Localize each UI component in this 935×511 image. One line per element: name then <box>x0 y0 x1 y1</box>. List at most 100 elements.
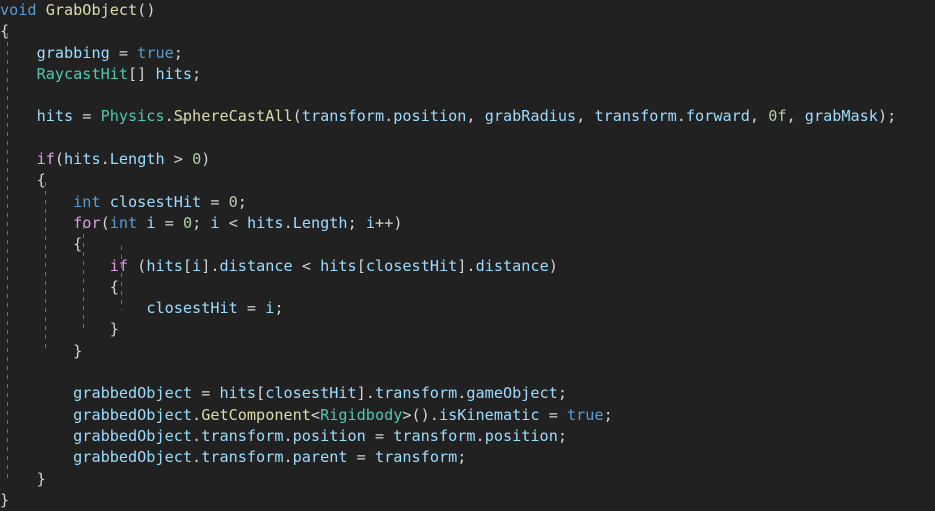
code-token: void <box>0 1 37 19</box>
code-token: ; <box>274 299 284 318</box>
code-token: . <box>100 150 110 169</box>
code-token: SphereCastAll <box>173 107 293 126</box>
code-token: , <box>576 107 595 126</box>
code-line[interactable] <box>0 362 935 383</box>
code-token: hits <box>320 256 357 275</box>
code-line[interactable]: grabbing = true; <box>0 43 935 64</box>
code-editor[interactable]: void GrabObject(){ grabbing = true; Rayc… <box>0 0 935 509</box>
code-line[interactable]: hits = Physics.SphereCastAll(transform.p… <box>0 106 935 127</box>
code-line[interactable]: { <box>0 170 935 191</box>
code-token: . <box>192 448 202 467</box>
code-line[interactable]: } <box>0 319 935 340</box>
code-token: . <box>192 405 202 424</box>
code-token: ; <box>457 448 467 467</box>
code-line[interactable]: grabbedObject.transform.position = trans… <box>0 426 935 447</box>
code-token: } <box>109 320 119 339</box>
code-token: = <box>365 426 394 445</box>
code-token: for <box>73 213 101 232</box>
code-token: distance <box>475 256 549 275</box>
code-token: ; <box>192 64 202 83</box>
code-token: < <box>292 256 321 275</box>
code-token: = <box>73 107 101 126</box>
code-line[interactable]: } <box>0 490 935 511</box>
code-token: [ <box>256 384 266 403</box>
code-token: 0 <box>228 192 238 211</box>
code-text-layer[interactable]: void GrabObject(){ grabbing = true; Rayc… <box>0 0 935 509</box>
code-line[interactable]: grabbedObject.transform.parent = transfo… <box>0 447 935 468</box>
code-token: isKinematic <box>438 405 540 424</box>
code-token: hits <box>64 150 101 169</box>
code-token: int <box>73 192 101 211</box>
code-token: transform <box>374 384 458 403</box>
code-token: ; <box>237 192 247 211</box>
code-token: true <box>137 43 174 62</box>
code-token: } <box>0 490 10 509</box>
code-token: , <box>466 107 485 126</box>
code-token: ( <box>100 213 110 232</box>
code-token: . <box>384 107 394 126</box>
code-line[interactable]: RaycastHit[] hits; <box>0 64 935 85</box>
code-line[interactable]: closestHit = i; <box>0 298 935 319</box>
code-token: parent <box>292 448 348 467</box>
code-token: closestHit <box>265 384 357 403</box>
code-token: hits <box>36 107 74 126</box>
code-token: 0f <box>768 107 787 126</box>
code-token: ); <box>877 107 897 126</box>
code-token: } <box>73 341 83 360</box>
code-line[interactable]: if (hits[i].distance < hits[closestHit].… <box>0 256 935 277</box>
code-token: = <box>237 299 266 318</box>
code-token: < <box>310 405 321 424</box>
code-line[interactable]: } <box>0 341 935 362</box>
code-token: grabbedObject <box>73 405 193 424</box>
code-line[interactable]: int closestHit = 0; <box>0 192 935 213</box>
code-token: ; <box>603 405 613 424</box>
code-line[interactable] <box>0 85 935 106</box>
code-token: . <box>283 426 293 445</box>
code-line[interactable]: if(hits.Length > 0) <box>0 149 935 170</box>
code-token: = <box>539 405 567 424</box>
code-line[interactable]: { <box>0 277 935 298</box>
code-token: if <box>109 256 129 275</box>
code-token: , <box>786 107 805 126</box>
code-token: ; <box>347 213 366 232</box>
code-token: grabbing <box>36 43 110 62</box>
code-token: [ <box>182 256 193 275</box>
code-line[interactable]: void GrabObject() <box>0 0 935 21</box>
code-token: i <box>146 213 156 232</box>
code-line[interactable]: } <box>0 469 935 490</box>
code-line[interactable]: for(int i = 0; i < hits.Length; i++) <box>0 213 935 234</box>
code-line[interactable]: { <box>0 21 935 42</box>
code-token: { <box>73 235 83 254</box>
code-token: forward <box>685 107 750 126</box>
code-token: closestHit <box>146 299 238 318</box>
code-token: = <box>155 213 183 232</box>
code-line[interactable] <box>0 128 935 149</box>
code-token: hits <box>146 256 183 275</box>
code-token: Physics <box>100 107 165 126</box>
code-token: . <box>283 213 293 232</box>
code-token: ( <box>54 150 65 169</box>
code-token: Rigidbody <box>320 405 403 424</box>
code-line[interactable]: grabbedObject = hits[closestHit].transfo… <box>0 383 935 404</box>
code-token: position <box>292 426 366 445</box>
code-token: i <box>265 299 275 318</box>
code-line[interactable]: { <box>0 234 935 255</box>
code-token: > <box>164 150 193 169</box>
code-token: GetComponent <box>201 405 311 424</box>
code-token: int <box>109 213 138 232</box>
code-token: [ <box>356 256 366 275</box>
code-token: position <box>393 107 467 126</box>
code-line[interactable]: grabbedObject.GetComponent<Rigidbody>().… <box>0 405 935 426</box>
code-token: transform <box>201 448 284 467</box>
code-token: grabbedObject <box>73 384 193 403</box>
